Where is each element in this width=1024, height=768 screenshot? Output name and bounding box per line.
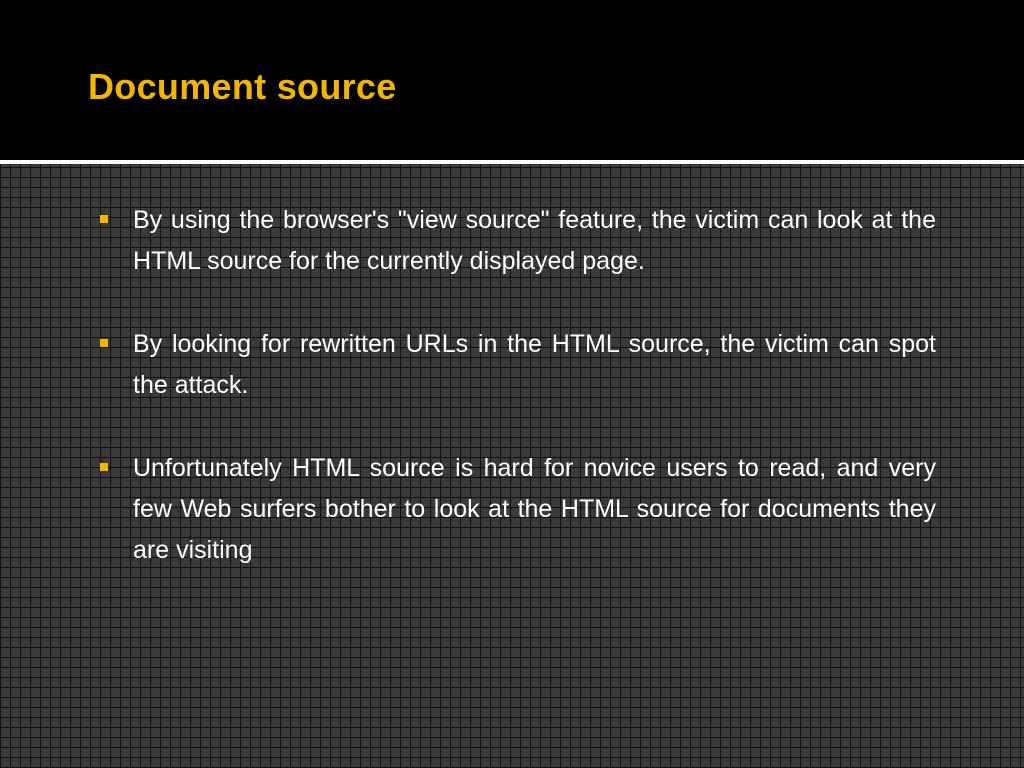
bullet-list: By using the browser's "view source" fea… [100,200,936,613]
bullet-item: By using the browser's "view source" fea… [100,200,936,282]
bullet-text: Unfortunately HTML source is hard for no… [133,454,936,564]
content-area: By using the browser's "view source" fea… [0,164,1024,768]
square-bullet-icon [100,215,108,223]
bullet-text: By looking for rewritten URLs in the HTM… [133,330,936,399]
square-bullet-icon [100,339,108,347]
bullet-text: By using the browser's "view source" fea… [133,206,936,275]
square-bullet-icon [100,463,108,471]
bullet-item: Unfortunately HTML source is hard for no… [100,448,936,571]
slide-title: Document source [88,66,397,107]
slide: Document source By using the browser's "… [0,0,1024,768]
title-bar: Document source [0,0,1024,160]
bullet-item: By looking for rewritten URLs in the HTM… [100,324,936,406]
